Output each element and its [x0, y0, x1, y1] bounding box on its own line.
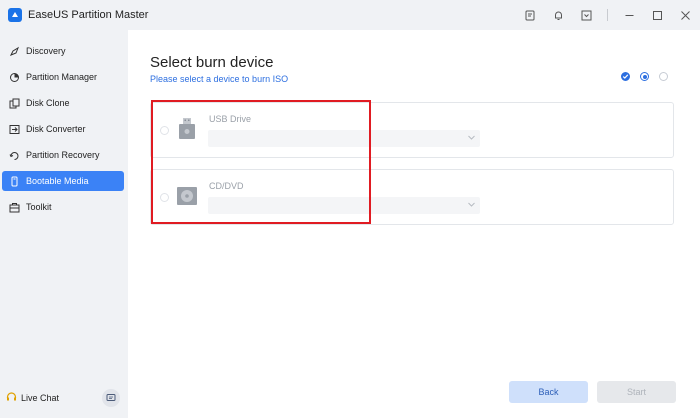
sidebar-item-label: Bootable Media: [26, 176, 89, 186]
live-chat-label: Live Chat: [21, 392, 60, 403]
back-button[interactable]: Back: [509, 381, 588, 403]
sidebar-item-label: Partition Manager: [26, 72, 98, 82]
feedback-icon[interactable]: [523, 8, 537, 22]
step-pending-icon: [659, 72, 668, 81]
disk-converter-icon: [9, 124, 20, 135]
sidebar-item-label: Partition Recovery: [26, 150, 100, 160]
app-logo-icon: [8, 8, 22, 22]
disk-clone-icon: [9, 98, 20, 109]
page-subtitle: Please select a device to burn ISO: [150, 74, 289, 84]
step-indicator: [621, 72, 668, 81]
start-button[interactable]: Start: [597, 381, 676, 403]
bootable-media-icon: [9, 176, 20, 187]
sidebar: Discovery Partition Manager Disk Clone D…: [0, 30, 128, 418]
sidebar-item-discovery[interactable]: Discovery: [2, 41, 124, 61]
sidebar-item-bootable-media[interactable]: Bootable Media: [2, 171, 124, 191]
titlebar-divider: [607, 9, 608, 21]
app-title: EaseUS Partition Master: [28, 9, 149, 21]
minimize-icon[interactable]: [622, 8, 636, 22]
partition-recovery-icon: [9, 150, 20, 161]
sidebar-item-partition-recovery[interactable]: Partition Recovery: [2, 145, 124, 165]
sidebar-item-toolkit[interactable]: Toolkit: [2, 197, 124, 217]
title-bar: EaseUS Partition Master: [0, 0, 700, 30]
bell-icon[interactable]: [551, 8, 565, 22]
main-panel: Select burn device Please select a devic…: [128, 30, 700, 418]
dropdown-box-icon[interactable]: [579, 8, 593, 22]
chevron-down-icon: [468, 135, 475, 140]
sidebar-item-disk-clone[interactable]: Disk Clone: [2, 93, 124, 113]
sidebar-item-label: Discovery: [26, 46, 66, 56]
partition-manager-icon: [9, 72, 20, 83]
chevron-down-icon: [468, 202, 475, 207]
chat-message-button[interactable]: [102, 389, 120, 407]
discovery-icon: [9, 46, 20, 57]
chat-bubble-icon: [106, 394, 116, 401]
sidebar-item-label: Disk Clone: [26, 98, 70, 108]
live-chat-icon: [6, 392, 17, 403]
sidebar-item-label: Disk Converter: [26, 124, 86, 134]
maximize-icon[interactable]: [650, 8, 664, 22]
step-current-icon: [640, 72, 649, 81]
close-icon[interactable]: [678, 8, 692, 22]
sidebar-item-partition-manager[interactable]: Partition Manager: [2, 67, 124, 87]
step-done-icon: [621, 72, 630, 81]
page-title: Select burn device: [150, 54, 274, 71]
highlight-annotation-box: [151, 100, 371, 224]
sidebar-item-disk-converter[interactable]: Disk Converter: [2, 119, 124, 139]
live-chat-link[interactable]: Live Chat: [6, 392, 59, 403]
sidebar-item-label: Toolkit: [26, 202, 52, 212]
toolkit-icon: [9, 202, 20, 213]
